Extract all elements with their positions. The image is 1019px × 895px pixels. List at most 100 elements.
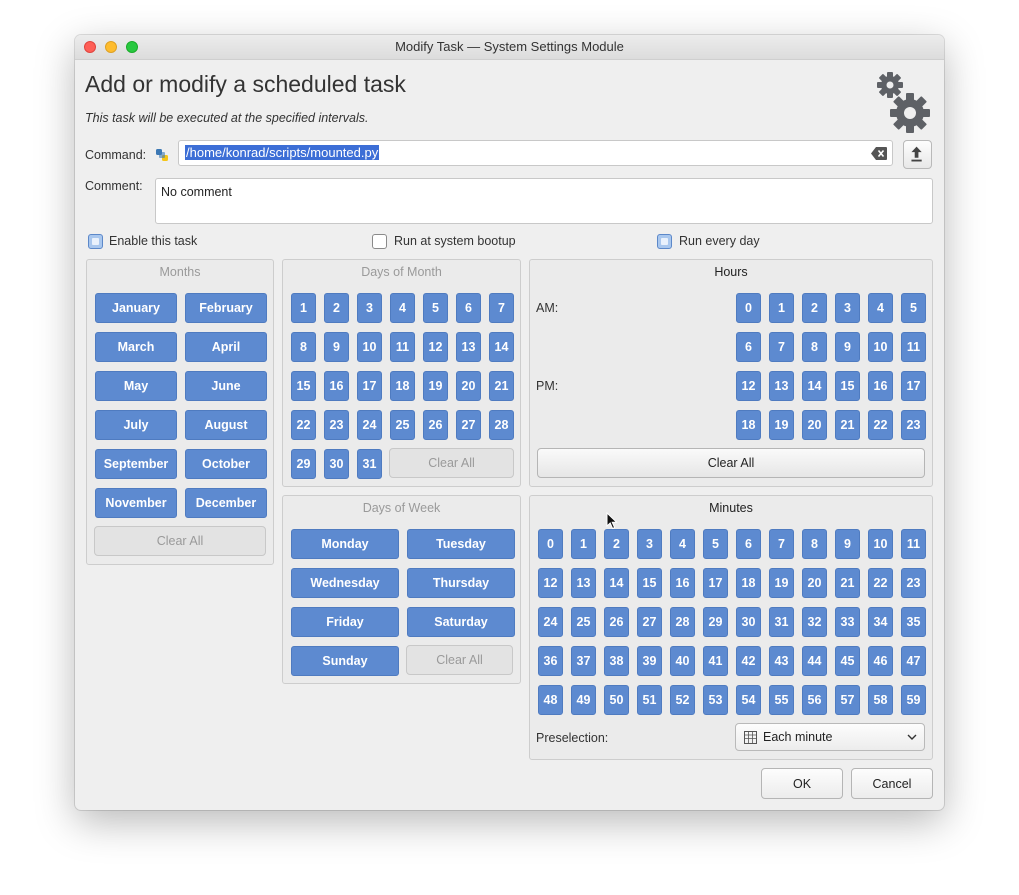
day-of-week-button-monday[interactable]: Monday xyxy=(291,529,399,559)
month-button-may[interactable]: May xyxy=(95,371,177,401)
minute-button-41[interactable]: 41 xyxy=(703,646,728,676)
hour-button-19[interactable]: 19 xyxy=(769,410,794,440)
upload-button[interactable] xyxy=(903,140,932,169)
minute-button-9[interactable]: 9 xyxy=(835,529,860,559)
minute-button-20[interactable]: 20 xyxy=(802,568,827,598)
month-button-february[interactable]: February xyxy=(185,293,267,323)
day-of-month-button-1[interactable]: 1 xyxy=(291,293,316,323)
minute-button-50[interactable]: 50 xyxy=(604,685,629,715)
minute-button-43[interactable]: 43 xyxy=(769,646,794,676)
minute-button-4[interactable]: 4 xyxy=(670,529,695,559)
minute-button-59[interactable]: 59 xyxy=(901,685,926,715)
hour-button-16[interactable]: 16 xyxy=(868,371,893,401)
day-of-month-button-10[interactable]: 10 xyxy=(357,332,382,362)
minute-button-54[interactable]: 54 xyxy=(736,685,761,715)
minute-button-12[interactable]: 12 xyxy=(538,568,563,598)
minute-button-5[interactable]: 5 xyxy=(703,529,728,559)
day-of-month-button-6[interactable]: 6 xyxy=(456,293,481,323)
minute-button-13[interactable]: 13 xyxy=(571,568,596,598)
minute-button-46[interactable]: 46 xyxy=(868,646,893,676)
minute-button-33[interactable]: 33 xyxy=(835,607,860,637)
day-of-month-button-21[interactable]: 21 xyxy=(489,371,514,401)
month-button-november[interactable]: November xyxy=(95,488,177,518)
minute-button-10[interactable]: 10 xyxy=(868,529,893,559)
minute-button-3[interactable]: 3 xyxy=(637,529,662,559)
month-button-september[interactable]: September xyxy=(95,449,177,479)
title-bar[interactable]: Modify Task — System Settings Module xyxy=(75,35,944,60)
hour-button-7[interactable]: 7 xyxy=(769,332,794,362)
minute-button-0[interactable]: 0 xyxy=(538,529,563,559)
hour-button-10[interactable]: 10 xyxy=(868,332,893,362)
minute-button-7[interactable]: 7 xyxy=(769,529,794,559)
day-of-month-button-22[interactable]: 22 xyxy=(291,410,316,440)
day-of-month-button-29[interactable]: 29 xyxy=(291,449,316,479)
minute-button-40[interactable]: 40 xyxy=(670,646,695,676)
day-of-week-button-sunday[interactable]: Sunday xyxy=(291,646,399,676)
preselection-select[interactable]: Each minute xyxy=(735,723,925,751)
command-input[interactable]: /home/konrad/scripts/mounted.py xyxy=(178,140,893,166)
month-button-august[interactable]: August xyxy=(185,410,267,440)
minute-button-51[interactable]: 51 xyxy=(637,685,662,715)
minute-button-16[interactable]: 16 xyxy=(670,568,695,598)
minute-button-58[interactable]: 58 xyxy=(868,685,893,715)
hour-button-22[interactable]: 22 xyxy=(868,410,893,440)
hour-button-17[interactable]: 17 xyxy=(901,371,926,401)
minute-button-35[interactable]: 35 xyxy=(901,607,926,637)
day-of-month-button-14[interactable]: 14 xyxy=(489,332,514,362)
day-of-month-button-25[interactable]: 25 xyxy=(390,410,415,440)
month-button-january[interactable]: January xyxy=(95,293,177,323)
minute-button-22[interactable]: 22 xyxy=(868,568,893,598)
minute-button-38[interactable]: 38 xyxy=(604,646,629,676)
hour-button-12[interactable]: 12 xyxy=(736,371,761,401)
hour-button-15[interactable]: 15 xyxy=(835,371,860,401)
day-of-month-button-15[interactable]: 15 xyxy=(291,371,316,401)
day-of-month-button-23[interactable]: 23 xyxy=(324,410,349,440)
month-button-october[interactable]: October xyxy=(185,449,267,479)
minute-button-21[interactable]: 21 xyxy=(835,568,860,598)
minute-button-53[interactable]: 53 xyxy=(703,685,728,715)
day-of-month-button-5[interactable]: 5 xyxy=(423,293,448,323)
minute-button-49[interactable]: 49 xyxy=(571,685,596,715)
day-of-month-button-8[interactable]: 8 xyxy=(291,332,316,362)
month-button-december[interactable]: December xyxy=(185,488,267,518)
month-button-march[interactable]: March xyxy=(95,332,177,362)
minute-button-30[interactable]: 30 xyxy=(736,607,761,637)
minute-button-29[interactable]: 29 xyxy=(703,607,728,637)
hours-clear-all-button[interactable]: Clear All xyxy=(537,448,925,478)
cancel-button[interactable]: Cancel xyxy=(851,768,933,799)
minute-button-18[interactable]: 18 xyxy=(736,568,761,598)
day-of-week-button-saturday[interactable]: Saturday xyxy=(407,607,515,637)
month-button-april[interactable]: April xyxy=(185,332,267,362)
hour-button-14[interactable]: 14 xyxy=(802,371,827,401)
hour-button-3[interactable]: 3 xyxy=(835,293,860,323)
day-of-month-button-17[interactable]: 17 xyxy=(357,371,382,401)
day-of-month-button-9[interactable]: 9 xyxy=(324,332,349,362)
run-every-day-label[interactable]: Run every day xyxy=(679,234,760,248)
minute-button-6[interactable]: 6 xyxy=(736,529,761,559)
month-button-july[interactable]: July xyxy=(95,410,177,440)
minute-button-32[interactable]: 32 xyxy=(802,607,827,637)
day-of-month-button-7[interactable]: 7 xyxy=(489,293,514,323)
month-button-june[interactable]: June xyxy=(185,371,267,401)
day-of-month-button-24[interactable]: 24 xyxy=(357,410,382,440)
minute-button-19[interactable]: 19 xyxy=(769,568,794,598)
day-of-month-button-27[interactable]: 27 xyxy=(456,410,481,440)
day-of-month-button-20[interactable]: 20 xyxy=(456,371,481,401)
day-of-month-button-3[interactable]: 3 xyxy=(357,293,382,323)
minute-button-25[interactable]: 25 xyxy=(571,607,596,637)
day-of-week-button-thursday[interactable]: Thursday xyxy=(407,568,515,598)
hour-button-4[interactable]: 4 xyxy=(868,293,893,323)
months-clear-all-button[interactable]: Clear All xyxy=(94,526,266,556)
day-of-month-button-19[interactable]: 19 xyxy=(423,371,448,401)
enable-task-checkbox[interactable] xyxy=(88,234,103,249)
hour-button-20[interactable]: 20 xyxy=(802,410,827,440)
enable-task-label[interactable]: Enable this task xyxy=(109,234,197,248)
minute-button-39[interactable]: 39 xyxy=(637,646,662,676)
minute-button-45[interactable]: 45 xyxy=(835,646,860,676)
minute-button-17[interactable]: 17 xyxy=(703,568,728,598)
minute-button-23[interactable]: 23 xyxy=(901,568,926,598)
day-of-week-button-tuesday[interactable]: Tuesday xyxy=(407,529,515,559)
minute-button-57[interactable]: 57 xyxy=(835,685,860,715)
comment-input[interactable]: No comment xyxy=(155,178,933,224)
ok-button[interactable]: OK xyxy=(761,768,843,799)
